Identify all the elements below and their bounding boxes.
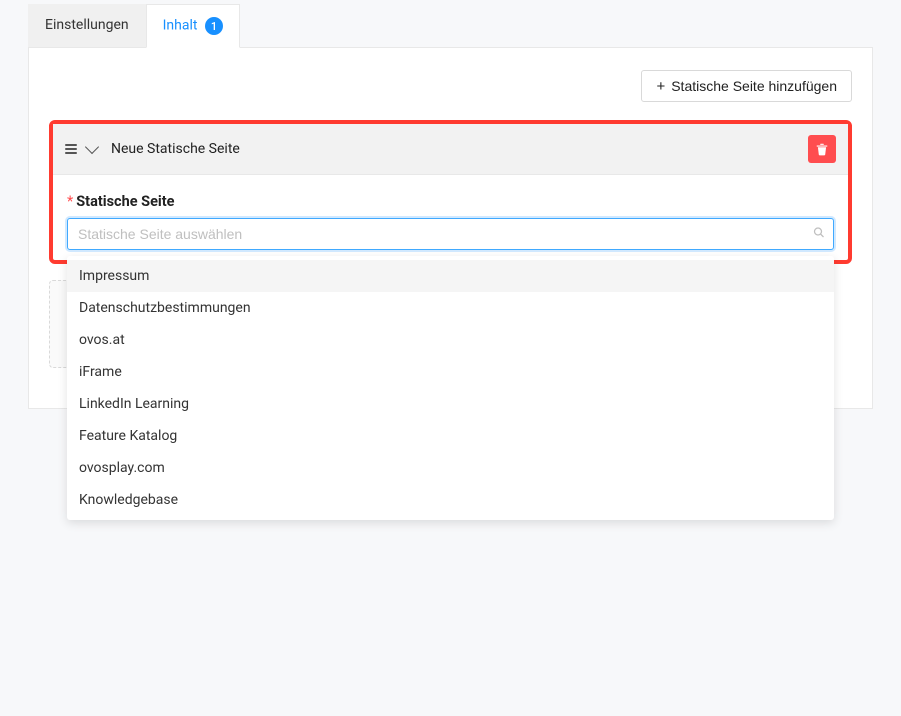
delete-button[interactable] [808,135,836,163]
drag-handle-icon[interactable] [65,142,77,156]
block-body: *Statische Seite Impressum Datenschutzbe… [53,175,848,260]
toolbar: + Statische Seite hinzufügen [49,70,852,102]
tab-bar: Einstellungen Inhalt 1 [28,4,873,47]
plus-icon: + [656,79,665,94]
tab-content-badge: 1 [205,17,223,35]
dropdown-option[interactable]: ovos.at [67,324,834,356]
tab-content[interactable]: Inhalt 1 [146,4,240,48]
dropdown-option[interactable]: Datenschutzbestimmungen [67,292,834,324]
chevron-down-icon[interactable] [85,140,99,154]
dropdown-option[interactable]: Knowledgebase [67,484,834,516]
required-asterisk: * [67,193,73,210]
tab-settings[interactable]: Einstellungen [28,4,146,47]
page-container: Einstellungen Inhalt 1 + Statische Seite… [0,0,901,437]
field-label: *Statische Seite [67,193,834,210]
block-header: Neue Statische Seite [53,124,848,175]
static-page-select-input[interactable] [67,218,834,250]
add-button-label: Statische Seite hinzufügen [671,78,837,94]
select-dropdown: Impressum Datenschutzbestimmungen ovos.a… [67,256,834,520]
static-page-block: Neue Statische Seite *Statische Seite Im… [49,120,852,264]
dropdown-option[interactable]: LinkedIn Learning [67,388,834,420]
block-title: Neue Statische Seite [111,141,798,157]
dropdown-option[interactable]: Feature Katalog [67,420,834,452]
select-wrapper: Impressum Datenschutzbestimmungen ovos.a… [67,218,834,250]
content-panel: + Statische Seite hinzufügen Neue Statis… [28,47,873,409]
dropdown-option[interactable]: iFrame [67,356,834,388]
trash-icon [815,142,829,156]
add-static-page-button[interactable]: + Statische Seite hinzufügen [641,70,852,102]
dropdown-option[interactable]: Impressum [67,260,834,292]
dropdown-option[interactable]: ovosplay.com [67,452,834,484]
tab-content-label: Inhalt [163,18,198,34]
